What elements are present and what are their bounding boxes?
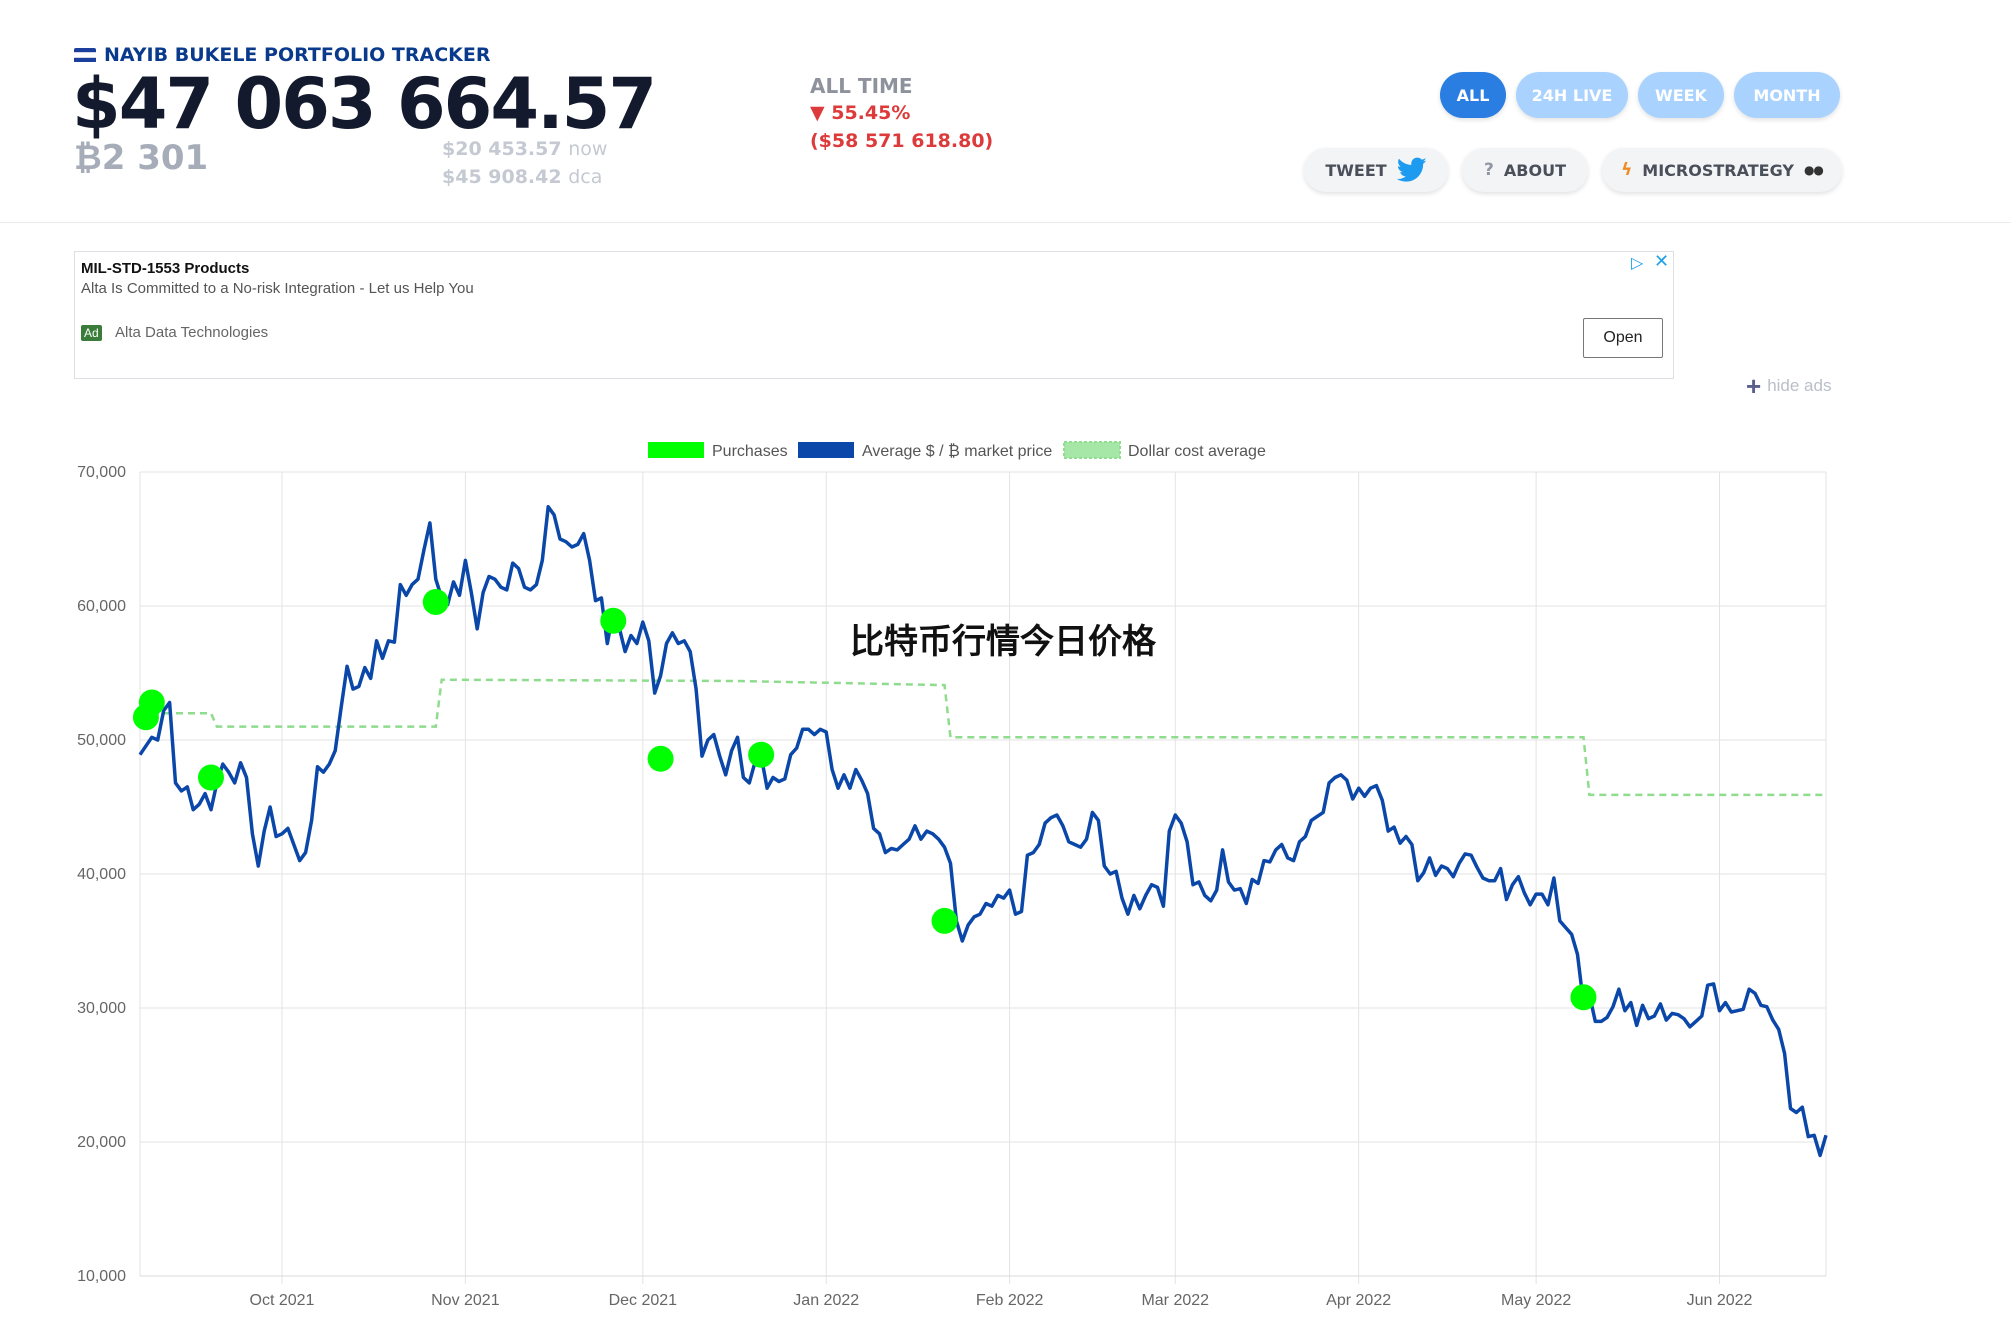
purchase-point — [748, 741, 775, 768]
purchase-point — [138, 689, 165, 716]
x-tick-label: Apr 2022 — [1326, 1292, 1391, 1309]
overlay-watermark-text: 比特币行情今日价格 — [850, 622, 1156, 662]
ad-advertiser: Alta Data Technologies — [115, 324, 269, 341]
price-now-value: $20 453.57 — [442, 138, 562, 160]
x-tick-label: Feb 2022 — [976, 1292, 1044, 1309]
legend-market-price-swatch — [798, 442, 854, 458]
ad-choices-icon[interactable]: ▷ — [1631, 253, 1643, 273]
legend-purchases-label: Purchases — [712, 443, 788, 460]
hide-ads-link[interactable]: + hide ads — [1746, 371, 1832, 401]
plus-icon: + — [1746, 371, 1762, 401]
purchase-point — [197, 764, 224, 791]
header-bar: NAYIB BUKELE PORTFOLIO TRACKER $47 063 6… — [0, 0, 2011, 223]
eyes-icon: ●● — [1803, 163, 1824, 177]
lightning-icon: ϟ — [1621, 160, 1633, 180]
el-salvador-flag-icon — [74, 47, 96, 63]
about-button[interactable]: ? ABOUT — [1462, 148, 1588, 192]
portfolio-value: $47 063 664.57 — [72, 63, 657, 145]
ad-open-button[interactable]: Open — [1583, 318, 1663, 358]
price-dca-suffix: dca — [568, 166, 603, 188]
ad-badge: Ad — [81, 325, 102, 341]
legend-dollar-cost-average-label: Dollar cost average — [1128, 443, 1266, 460]
price-chart: 10,000 20,000 30,000 40,000 50,000 60,000 70,0… — [77, 441, 1828, 1309]
x-tick-label: Oct 2021 — [250, 1292, 315, 1309]
alltime-change-percent: ▼ 55.45% — [810, 102, 911, 124]
twitter-bird-icon — [1396, 157, 1427, 182]
btc-holdings: ₿2 301 — [74, 138, 209, 178]
price-dca: $45 908.42 dca — [442, 166, 602, 188]
ad-banner[interactable]: MIL-STD-1553 Products Alta Is Committed … — [74, 251, 1674, 379]
legend-purchases-swatch — [648, 442, 704, 458]
microstrategy-button[interactable]: ϟ MICROSTRATEGY ●● — [1602, 148, 1842, 192]
purchase-point — [1570, 984, 1597, 1011]
hide-ads-label: hide ads — [1767, 376, 1832, 395]
question-icon: ? — [1484, 160, 1494, 180]
x-tick-label: Dec 2021 — [609, 1292, 678, 1309]
purchase-point — [647, 745, 674, 772]
utility-buttons: TWEET ? ABOUT ϟ MICROSTRATEGY ●● — [1304, 148, 1842, 192]
ad-close-icon[interactable]: ✕ — [1654, 251, 1669, 272]
purchase-point — [931, 907, 958, 934]
y-tick-label: 40,000 — [77, 866, 126, 883]
range-all-button[interactable]: ALL — [1440, 72, 1506, 118]
y-tick-label: 30,000 — [77, 1000, 126, 1017]
price-dca-value: $45 908.42 — [442, 166, 562, 188]
x-tick-label: Mar 2022 — [1141, 1292, 1209, 1309]
microstrategy-label: MICROSTRATEGY — [1642, 160, 1794, 180]
ad-description: Alta Is Committed to a No-risk Integrati… — [81, 280, 474, 297]
alltime-label: ALL TIME — [810, 74, 913, 98]
price-now: $20 453.57 now — [442, 138, 607, 160]
range-week-button[interactable]: WEEK — [1638, 72, 1724, 118]
tweet-label: TWEET — [1325, 160, 1387, 180]
y-tick-label: 10,000 — [77, 1268, 126, 1285]
legend-market-price-label: Average $ / ₿ market price — [862, 442, 1052, 460]
x-tick-label: Jun 2022 — [1687, 1292, 1753, 1309]
dollar-cost-average-line — [140, 678, 1826, 797]
market-price-line — [138, 505, 1828, 1158]
x-tick-label: Jan 2022 — [793, 1292, 859, 1309]
range-buttons: ALL 24H LIVE WEEK MONTH — [1440, 72, 1840, 118]
y-tick-label: 60,000 — [77, 598, 126, 615]
range-month-button[interactable]: MONTH — [1734, 72, 1840, 118]
alltime-change-amount: ($58 571 618.80) — [810, 130, 994, 152]
legend-dollar-cost-average-swatch — [1063, 441, 1121, 459]
y-tick-label: 70,000 — [77, 464, 126, 481]
x-tick-label: May 2022 — [1501, 1292, 1571, 1309]
tweet-button[interactable]: TWEET — [1304, 148, 1448, 192]
about-label: ABOUT — [1503, 160, 1566, 180]
purchase-point — [600, 607, 627, 634]
y-tick-label: 20,000 — [77, 1134, 126, 1151]
y-tick-label: 50,000 — [77, 732, 126, 749]
purchase-point — [422, 588, 449, 615]
price-now-suffix: now — [568, 138, 608, 160]
x-tick-label: Nov 2021 — [431, 1292, 500, 1309]
ad-title[interactable]: MIL-STD-1553 Products — [81, 260, 249, 277]
range-24h-live-button[interactable]: 24H LIVE — [1516, 72, 1628, 118]
